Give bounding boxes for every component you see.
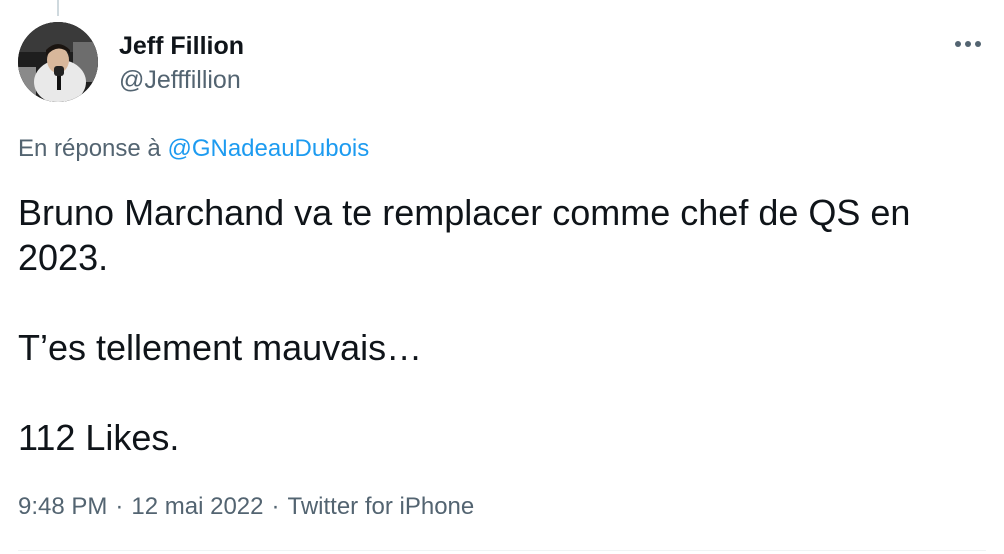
- avatar-photo: [18, 22, 98, 102]
- tweet-text: Bruno Marchand va te remplacer comme che…: [18, 190, 978, 460]
- reply-mention-link[interactable]: @GNadeauDubois: [167, 135, 369, 162]
- tweet-line-2: T’es tellement mauvais…: [18, 327, 423, 368]
- reply-context-prefix: En réponse à: [18, 135, 161, 162]
- avatar[interactable]: [18, 22, 98, 102]
- meta-separator: ·: [271, 493, 280, 520]
- tweet-line-3: 112 Likes.: [18, 417, 180, 458]
- tweet-source[interactable]: Twitter for iPhone: [287, 493, 474, 520]
- author-handle[interactable]: @Jefffillion: [119, 65, 241, 95]
- thread-connector-line: [57, 0, 59, 16]
- author-display-name[interactable]: Jeff Fillion: [119, 31, 244, 61]
- tweet-line-1: Bruno Marchand va te remplacer comme che…: [18, 192, 911, 278]
- more-horizontal-icon: [955, 41, 981, 47]
- divider: [18, 550, 986, 551]
- tweet-time[interactable]: 9:48 PM: [18, 493, 107, 520]
- more-options-button[interactable]: [950, 30, 986, 58]
- tweet-meta: 9:48 PM · 12 mai 2022 · Twitter for iPhone: [18, 492, 474, 522]
- reply-context: En réponse à @GNadeauDubois: [18, 134, 369, 164]
- tweet-date[interactable]: 12 mai 2022: [131, 493, 263, 520]
- meta-separator: ·: [115, 493, 124, 520]
